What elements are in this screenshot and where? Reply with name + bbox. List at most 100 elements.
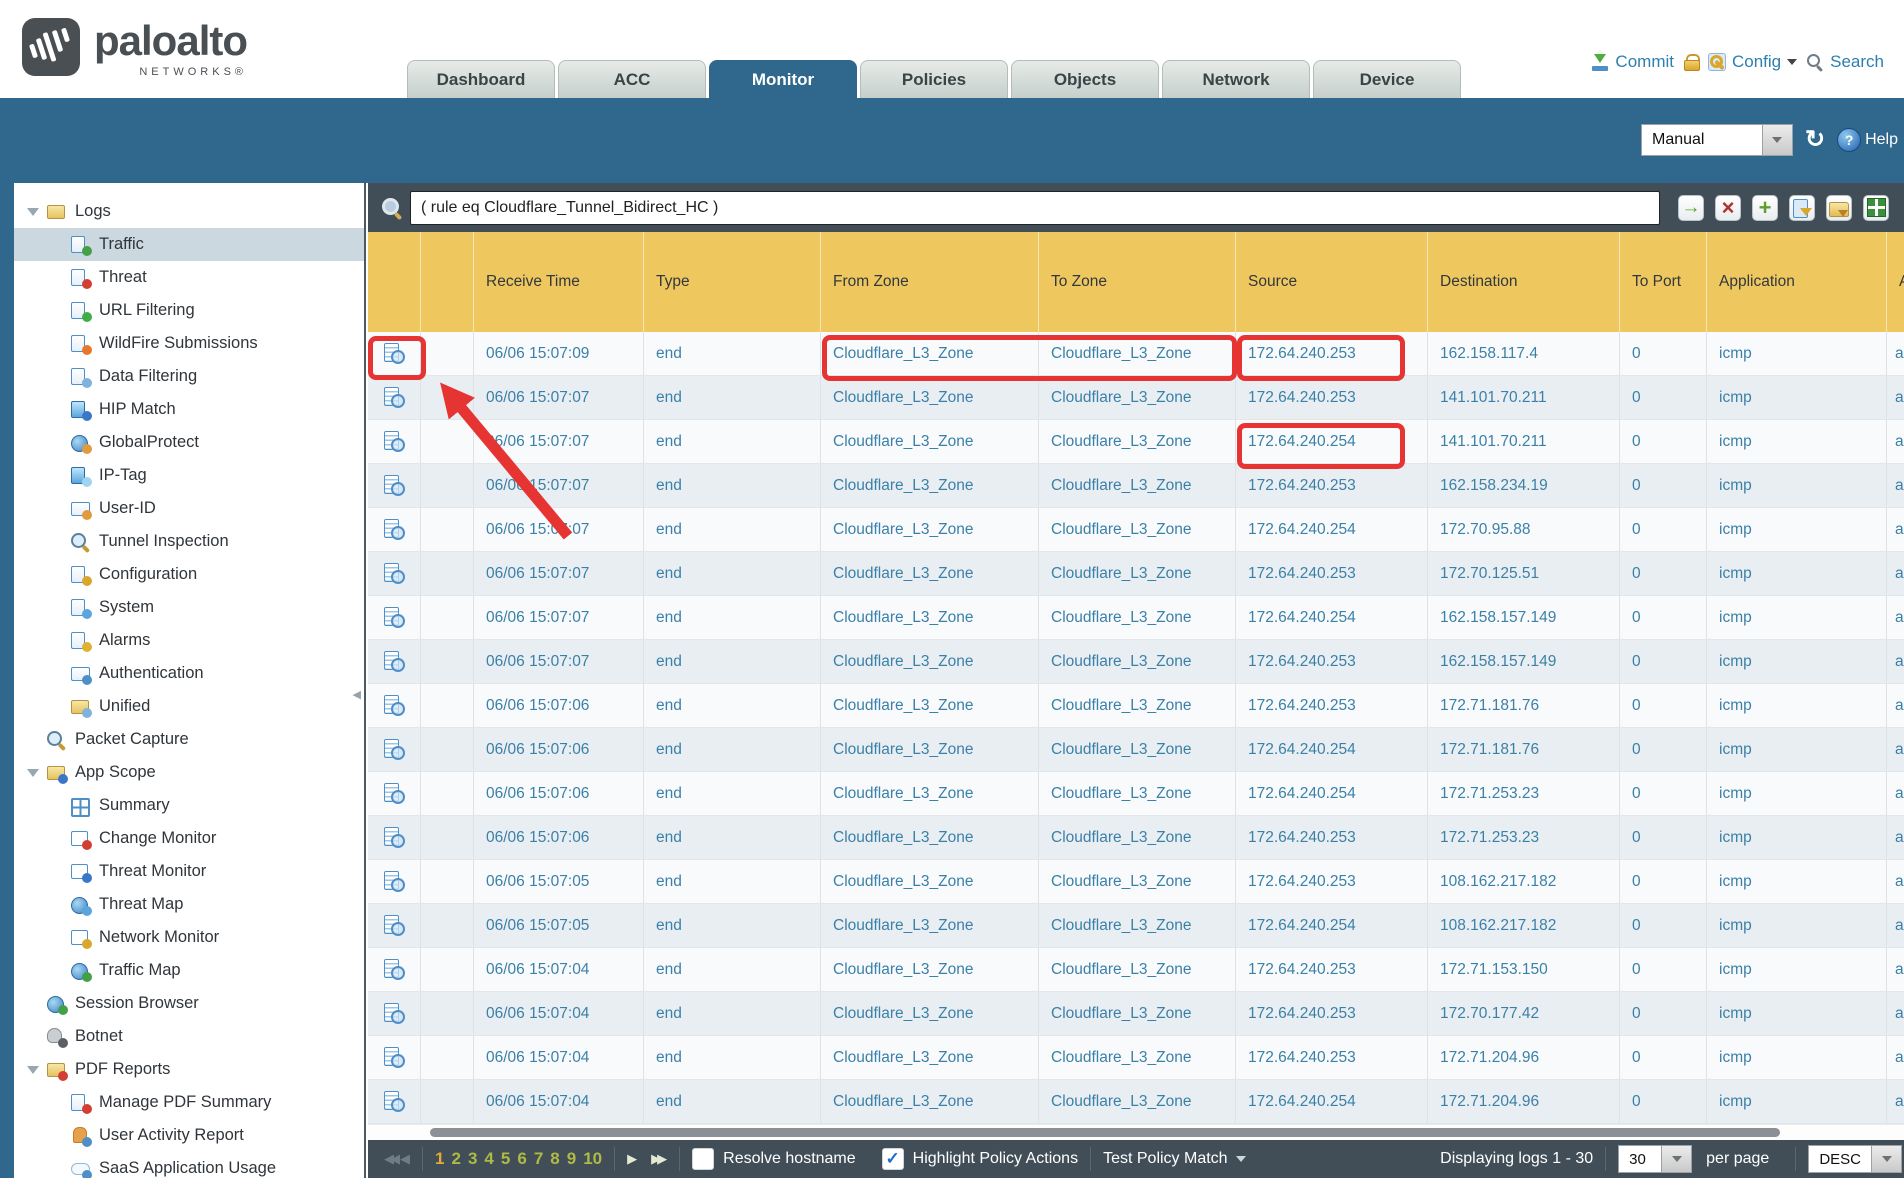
sidebar-item[interactable]: Data Filtering [14,360,364,393]
nav-tab[interactable]: Policies [860,60,1008,98]
first-page-button[interactable]: ◀◀ [384,1151,396,1167]
table-row[interactable]: 06/06 15:07:06 end Cloudflare_L3_Zone Cl… [368,684,1904,728]
page-number[interactable]: 6 [517,1149,526,1169]
sidebar-item[interactable]: Network Monitor [14,921,364,954]
sidebar-item[interactable]: Summary [14,789,364,822]
sidebar-item[interactable]: HIP Match [14,393,364,426]
column-header[interactable]: From Zone [821,232,1039,332]
nav-tab[interactable]: Device [1313,60,1461,98]
page-number[interactable]: 8 [550,1149,559,1169]
log-detail-icon[interactable] [383,563,405,584]
column-header[interactable]: Type [644,232,821,332]
log-detail-icon[interactable] [383,1091,405,1112]
clear-filter-icon[interactable] [1715,195,1741,221]
sidebar-item[interactable]: PDF Reports [14,1053,364,1086]
log-detail-icon[interactable] [383,387,405,408]
expander-triangle-icon[interactable] [20,208,46,216]
help-button[interactable]: ? Help [1837,128,1898,152]
table-row[interactable]: 06/06 15:07:04 end Cloudflare_L3_Zone Cl… [368,992,1904,1036]
test-policy-match-button[interactable]: Test Policy Match [1103,1150,1245,1168]
column-header[interactable]: Application [1707,232,1887,332]
refresh-interval-select[interactable]: Manual [1641,124,1793,156]
table-row[interactable]: 06/06 15:07:04 end Cloudflare_L3_Zone Cl… [368,1080,1904,1124]
sidebar-item[interactable]: Threat Map [14,888,364,921]
per-page-dropdown-button[interactable] [1662,1145,1692,1173]
table-row[interactable]: 06/06 15:07:07 end Cloudflare_L3_Zone Cl… [368,464,1904,508]
expander-triangle-icon[interactable] [20,1066,46,1074]
log-detail-icon[interactable] [383,519,405,540]
sidebar-item[interactable]: IP-Tag [14,459,364,492]
log-detail-icon[interactable] [383,871,405,892]
sidebar-item[interactable]: Authentication [14,657,364,690]
filter-query-input[interactable] [410,191,1660,225]
table-row[interactable]: 06/06 15:07:07 end Cloudflare_L3_Zone Cl… [368,640,1904,684]
expander-triangle-icon[interactable] [20,1033,46,1041]
refresh-interval-dropdown-button[interactable] [1763,124,1793,156]
sort-order-select[interactable]: DESC [1808,1145,1902,1173]
page-number[interactable]: 2 [451,1149,460,1169]
table-row[interactable]: 06/06 15:07:07 end Cloudflare_L3_Zone Cl… [368,420,1904,464]
page-number[interactable]: 10 [583,1149,602,1169]
sidebar-item[interactable]: System [14,591,364,624]
sidebar-item[interactable]: GlobalProtect [14,426,364,459]
scrollbar-thumb[interactable] [430,1128,1780,1137]
nav-tab[interactable]: Objects [1011,60,1159,98]
sidebar-item[interactable]: WildFire Submissions [14,327,364,360]
log-detail-icon[interactable] [383,827,405,848]
log-detail-icon[interactable] [383,431,405,452]
sidebar-item[interactable]: Session Browser [14,987,364,1020]
sidebar-item[interactable]: Logs [14,195,364,228]
table-row[interactable]: 06/06 15:07:06 end Cloudflare_L3_Zone Cl… [368,772,1904,816]
table-row[interactable]: 06/06 15:07:04 end Cloudflare_L3_Zone Cl… [368,1036,1904,1080]
apply-filter-icon[interactable] [1678,195,1704,221]
sidebar-item[interactable]: Threat Monitor [14,855,364,888]
table-row[interactable]: 06/06 15:07:07 end Cloudflare_L3_Zone Cl… [368,508,1904,552]
last-page-button[interactable]: ▶▶ [651,1151,663,1167]
table-row[interactable]: 06/06 15:07:07 end Cloudflare_L3_Zone Cl… [368,376,1904,420]
table-row[interactable]: 06/06 15:07:04 end Cloudflare_L3_Zone Cl… [368,948,1904,992]
page-number[interactable]: 3 [468,1149,477,1169]
sort-order-dropdown-button[interactable] [1872,1145,1902,1173]
refresh-icon[interactable]: ↻ [1805,128,1825,152]
page-number[interactable]: 4 [484,1149,493,1169]
table-row[interactable]: 06/06 15:07:09 end Cloudflare_L3_Zone Cl… [368,332,1904,376]
add-filter-icon[interactable] [1752,195,1778,221]
highlight-policy-checkbox[interactable]: ✓ [882,1148,904,1170]
resolve-hostname-checkbox[interactable] [692,1148,714,1170]
lock-icon[interactable] [1684,54,1698,71]
sidebar-item[interactable]: SaaS Application Usage [14,1152,364,1178]
column-header[interactable] [421,232,474,332]
table-row[interactable]: 06/06 15:07:07 end Cloudflare_L3_Zone Cl… [368,552,1904,596]
column-header[interactable]: Source [1236,232,1428,332]
expander-triangle-icon[interactable] [20,1000,46,1008]
sidebar-item[interactable]: Manage PDF Summary [14,1086,364,1119]
log-detail-icon[interactable] [383,651,405,672]
log-detail-icon[interactable] [383,959,405,980]
column-header[interactable]: Receive Time [474,232,644,332]
export-icon[interactable] [1863,195,1889,221]
table-row[interactable]: 06/06 15:07:05 end Cloudflare_L3_Zone Cl… [368,860,1904,904]
column-header[interactable]: To Zone [1039,232,1236,332]
page-number[interactable]: 9 [567,1149,576,1169]
nav-tab[interactable]: ACC [558,60,706,98]
nav-tab[interactable]: Dashboard [407,60,555,98]
column-header[interactable] [368,232,421,332]
search-button[interactable]: Search [1807,52,1884,72]
sidebar-collapse-icon[interactable]: ◀ [353,688,361,701]
page-number[interactable]: 5 [501,1149,510,1169]
sidebar-item[interactable]: User-ID [14,492,364,525]
log-detail-icon[interactable] [383,739,405,760]
sidebar-item[interactable]: Botnet [14,1020,364,1053]
sidebar-item[interactable]: Traffic Map [14,954,364,987]
table-row[interactable]: 06/06 15:07:06 end Cloudflare_L3_Zone Cl… [368,816,1904,860]
column-header[interactable]: Destination [1428,232,1620,332]
sidebar-item[interactable]: Alarms [14,624,364,657]
table-row[interactable]: 06/06 15:07:06 end Cloudflare_L3_Zone Cl… [368,728,1904,772]
log-detail-icon[interactable] [383,1003,405,1024]
horizontal-scrollbar[interactable] [368,1124,1904,1140]
commit-button[interactable]: Commit [1591,52,1674,72]
sidebar-item[interactable]: Unified [14,690,364,723]
sidebar-item[interactable]: User Activity Report [14,1119,364,1152]
expander-triangle-icon[interactable] [20,769,46,777]
next-page-button[interactable]: ▶ [627,1151,637,1167]
